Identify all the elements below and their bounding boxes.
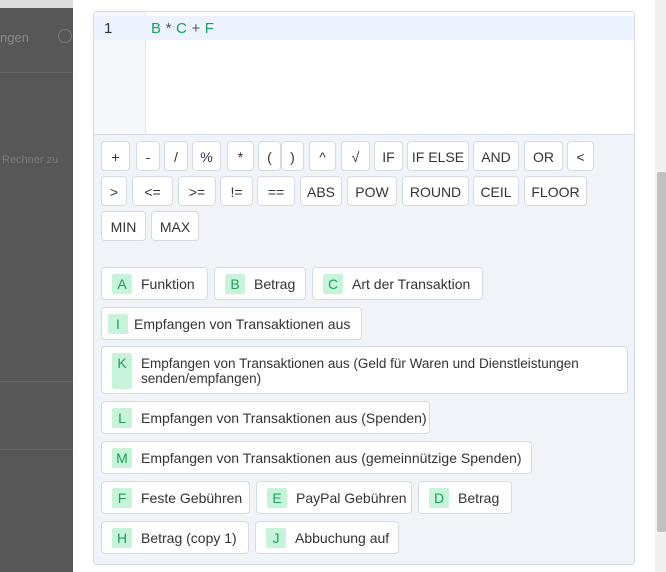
background-sub-label: Rechner zu [2, 154, 59, 166]
formula-builder-panel: 1 B * C + F + - / % * ( ) ^ √ IF IF ELSE… [93, 11, 635, 565]
variable-key: M [112, 447, 132, 468]
code-token: * [165, 20, 172, 37]
variable-chip-b[interactable]: B Betrag [214, 267, 306, 300]
operator-open-paren-button[interactable]: ( [258, 141, 281, 171]
operator-multiply-button[interactable]: * [227, 141, 254, 171]
formula-editor[interactable]: 1 B * C + F [94, 12, 634, 135]
line-number: 1 [104, 20, 113, 37]
operator-divide-button[interactable]: / [164, 141, 188, 171]
background-divider [0, 72, 80, 73]
variable-label: Empfangen von Transaktionen aus (Spenden… [141, 409, 427, 426]
variable-label: PayPal Gebühren [296, 489, 407, 506]
variable-label: Empfangen von Transaktionen aus (Geld fü… [141, 356, 579, 386]
variable-label: Abbuchung auf [295, 529, 390, 546]
variable-label: Empfangen von Transaktionen aus [134, 315, 351, 332]
variable-chip-k[interactable]: K Empfangen von Transaktionen aus (Geld … [101, 346, 628, 394]
code-token: + [191, 20, 201, 37]
variable-key: A [112, 273, 132, 294]
variable-chip-e[interactable]: E PayPal Gebühren [256, 481, 412, 514]
variable-label: Feste Gebühren [141, 489, 243, 506]
operator-or-button[interactable]: OR [524, 141, 563, 171]
function-floor-button[interactable]: FLOOR [524, 176, 587, 206]
operator-plus-button[interactable]: + [101, 141, 130, 171]
variable-key: D [429, 487, 449, 508]
background-info-icon [58, 29, 72, 43]
operator-close-paren-button[interactable]: ) [281, 141, 304, 171]
variable-label: Betrag [254, 275, 296, 292]
variable-key: I [108, 313, 128, 334]
operator-power-button[interactable]: ^ [309, 141, 336, 171]
variable-chip-i[interactable]: I Empfangen von Transaktionen aus [101, 307, 362, 340]
variable-chip-f[interactable]: F Feste Gebühren [101, 481, 250, 514]
operator-greater-than-button[interactable]: > [101, 176, 127, 206]
variable-key: L [112, 407, 132, 428]
variable-label: Empfangen von Transaktionen aus (gemeinn… [141, 449, 522, 466]
variable-label: Betrag (copy 1) [141, 529, 237, 546]
variable-label: Betrag [458, 489, 500, 506]
variable-key: C [323, 273, 343, 294]
modal-scrollbar-thumb[interactable] [657, 172, 666, 532]
variable-label: Art der Transaktion [352, 275, 471, 292]
operator-if-button[interactable]: IF [374, 141, 403, 171]
operator-if-else-button[interactable]: IF ELSE [407, 141, 469, 171]
formula-code[interactable]: B * C + F [151, 20, 214, 37]
variable-key: J [266, 527, 286, 548]
function-abs-button[interactable]: ABS [300, 176, 342, 206]
function-round-button[interactable]: ROUND [402, 176, 469, 206]
variable-key: K [112, 353, 132, 389]
variable-chip-c[interactable]: C Art der Transaktion [312, 267, 483, 300]
function-ceil-button[interactable]: CEIL [473, 176, 519, 206]
code-token: F [204, 20, 215, 37]
variable-chip-l[interactable]: L Empfangen von Transaktionen aus (Spend… [101, 401, 430, 434]
variable-chip-h[interactable]: H Betrag (copy 1) [101, 521, 249, 554]
background-divider [0, 381, 80, 382]
operator-minus-button[interactable]: - [136, 141, 160, 171]
variable-label: Funktion [141, 275, 195, 292]
function-max-button[interactable]: MAX [151, 211, 199, 241]
operator-modulo-button[interactable]: % [192, 141, 221, 171]
variable-key: B [225, 273, 245, 294]
variable-key: F [112, 487, 132, 508]
background-app [0, 0, 80, 572]
variable-chip-d[interactable]: D Betrag [418, 481, 512, 514]
operator-and-button[interactable]: AND [473, 141, 519, 171]
variable-chip-a[interactable]: A Funktion [101, 267, 208, 300]
variable-chip-j[interactable]: J Abbuchung auf [255, 521, 399, 554]
function-min-button[interactable]: MIN [101, 211, 146, 241]
operator-less-than-button[interactable]: < [567, 141, 594, 171]
function-pow-button[interactable]: POW [347, 176, 397, 206]
variable-key: H [112, 527, 132, 548]
background-tab-label: ngen [0, 30, 29, 45]
operator-less-equal-button[interactable]: <= [132, 176, 173, 206]
background-divider [0, 449, 80, 450]
code-token: C [176, 20, 188, 37]
operator-sqrt-button[interactable]: √ [341, 141, 370, 171]
code-token: B [151, 20, 162, 37]
operator-equal-button[interactable]: == [257, 176, 295, 206]
variable-key: E [267, 487, 287, 508]
variable-chip-m[interactable]: M Empfangen von Transaktionen aus (gemei… [101, 441, 532, 474]
operator-greater-equal-button[interactable]: >= [178, 176, 216, 206]
operator-not-equal-button[interactable]: != [220, 176, 253, 206]
